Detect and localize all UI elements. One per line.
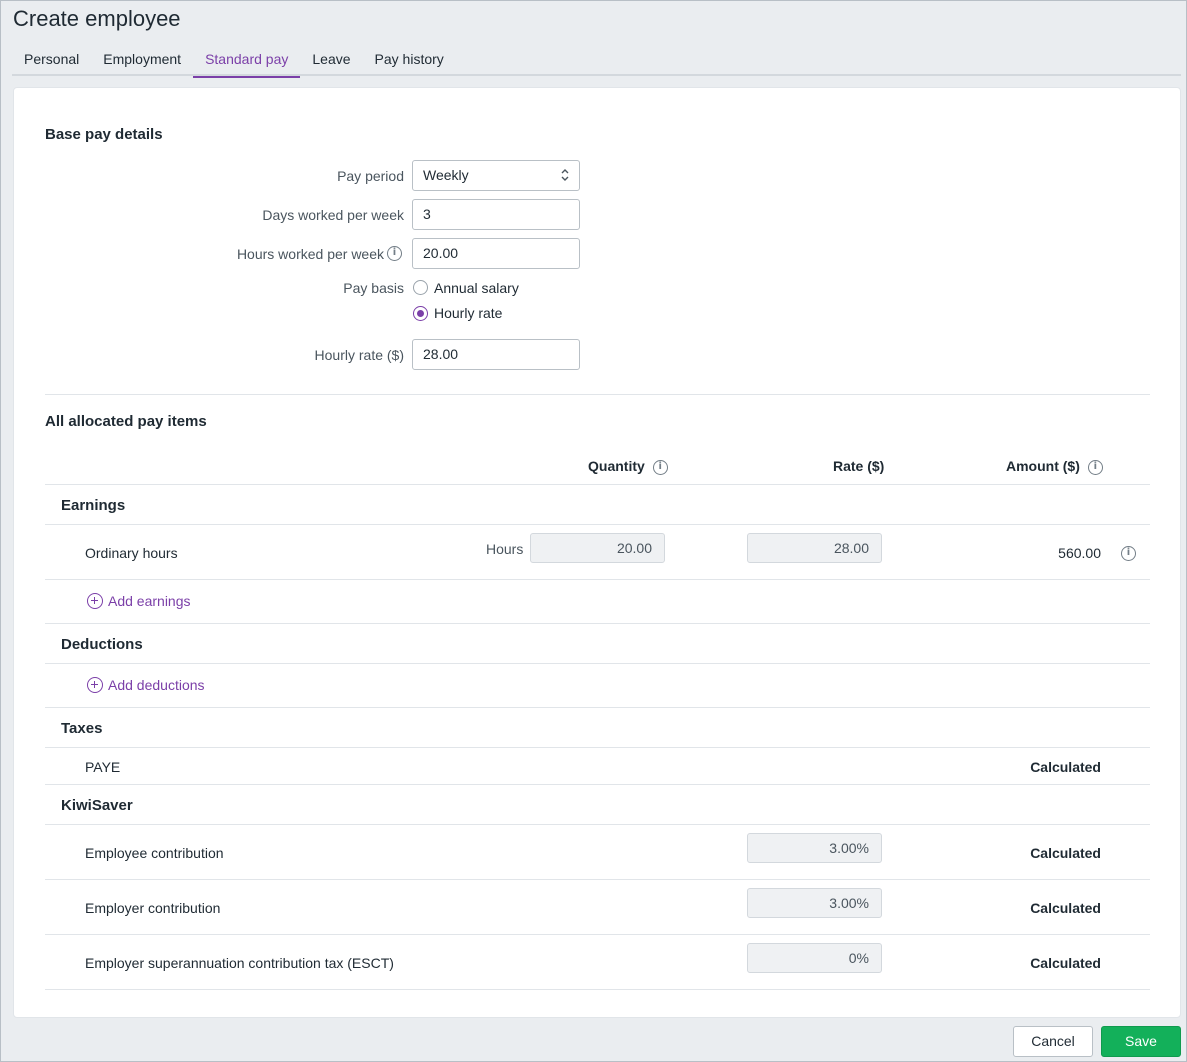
amount-column-header: Amount ($) i bbox=[1006, 458, 1103, 475]
hours-worked-input[interactable]: 20.00 bbox=[412, 238, 580, 269]
paye-amount: Calculated bbox=[1030, 759, 1101, 775]
divider bbox=[45, 934, 1150, 935]
pay-basis-label: Pay basis bbox=[343, 280, 404, 296]
paye-label: PAYE bbox=[85, 759, 121, 775]
pay-items-heading: All allocated pay items bbox=[45, 413, 207, 430]
earnings-group-title: Earnings bbox=[61, 497, 126, 514]
ordinary-hours-rate: 28.00 bbox=[747, 533, 882, 563]
divider bbox=[45, 579, 1150, 580]
quantity-header-text: Quantity bbox=[588, 458, 645, 474]
tab-personal[interactable]: Personal bbox=[12, 46, 91, 76]
divider bbox=[45, 524, 1150, 525]
save-button[interactable]: Save bbox=[1101, 1026, 1181, 1057]
deductions-group-title: Deductions bbox=[61, 636, 143, 653]
add-circle-icon bbox=[87, 593, 103, 609]
add-deductions-link[interactable]: Add deductions bbox=[87, 677, 205, 693]
divider bbox=[45, 784, 1150, 785]
select-arrows-icon bbox=[561, 169, 569, 181]
tab-standard-pay[interactable]: Standard pay bbox=[193, 46, 301, 78]
add-deductions-text: Add deductions bbox=[108, 677, 205, 693]
annual-salary-label[interactable]: Annual salary bbox=[434, 280, 519, 296]
employer-contribution-rate: 3.00% bbox=[747, 888, 882, 918]
days-worked-label: Days worked per week bbox=[262, 207, 404, 223]
divider bbox=[45, 747, 1150, 748]
hours-worked-label: Hours worked per week bbox=[164, 246, 384, 262]
ordinary-hours-label: Ordinary hours bbox=[85, 545, 178, 561]
hourly-rate-field-label: Hourly rate ($) bbox=[314, 347, 404, 363]
annual-salary-radio[interactable] bbox=[413, 280, 428, 295]
pay-period-value: Weekly bbox=[423, 167, 469, 183]
info-icon[interactable]: i bbox=[652, 459, 668, 475]
pay-period-select[interactable]: Weekly bbox=[412, 160, 580, 191]
employee-contribution-label: Employee contribution bbox=[85, 845, 224, 861]
ordinary-hours-amount: 560.00 bbox=[1058, 545, 1101, 561]
pay-period-label: Pay period bbox=[337, 168, 404, 184]
base-pay-heading: Base pay details bbox=[45, 126, 163, 143]
employer-contribution-amount: Calculated bbox=[1030, 900, 1101, 916]
hours-worked-label-text: Hours worked per week bbox=[236, 246, 384, 262]
ordinary-hours-quantity: 20.00 bbox=[530, 533, 665, 563]
days-worked-input[interactable]: 3 bbox=[412, 199, 580, 230]
divider bbox=[45, 623, 1150, 624]
quantity-unit-label: Hours bbox=[486, 541, 524, 557]
divider bbox=[45, 394, 1150, 395]
employee-contribution-amount: Calculated bbox=[1030, 845, 1101, 861]
cancel-button[interactable]: Cancel bbox=[1013, 1026, 1093, 1057]
tab-bar: Personal Employment Standard pay Leave P… bbox=[12, 46, 1181, 78]
divider bbox=[45, 484, 1150, 485]
info-icon[interactable]: i bbox=[1087, 459, 1103, 475]
page-title: Create employee bbox=[13, 6, 181, 31]
add-circle-icon bbox=[87, 677, 103, 693]
divider bbox=[45, 989, 1150, 990]
amount-header-text: Amount ($) bbox=[1006, 458, 1080, 474]
employee-contribution-rate: 3.00% bbox=[747, 833, 882, 863]
tab-employment[interactable]: Employment bbox=[91, 46, 193, 76]
esct-amount: Calculated bbox=[1030, 955, 1101, 971]
employer-contribution-label: Employer contribution bbox=[85, 900, 221, 916]
quantity-column-header: Quantity i bbox=[588, 458, 668, 475]
kiwisaver-group-title: KiwiSaver bbox=[61, 797, 133, 814]
hourly-rate-input[interactable]: 28.00 bbox=[412, 339, 580, 370]
hourly-rate-label[interactable]: Hourly rate bbox=[434, 305, 502, 321]
tab-leave[interactable]: Leave bbox=[300, 46, 362, 76]
info-icon[interactable]: i bbox=[1121, 546, 1136, 561]
esct-label: Employer superannuation contribution tax… bbox=[85, 955, 394, 971]
info-icon[interactable]: i bbox=[387, 246, 402, 261]
add-earnings-link[interactable]: Add earnings bbox=[87, 593, 191, 609]
tab-pay-history[interactable]: Pay history bbox=[363, 46, 456, 76]
divider bbox=[45, 824, 1150, 825]
divider bbox=[45, 879, 1150, 880]
divider bbox=[45, 707, 1150, 708]
add-earnings-text: Add earnings bbox=[108, 593, 191, 609]
esct-rate: 0% bbox=[747, 943, 882, 973]
taxes-group-title: Taxes bbox=[61, 720, 103, 737]
standard-pay-card: Base pay details Pay period Weekly Days … bbox=[13, 87, 1181, 1018]
rate-column-header: Rate ($) bbox=[833, 458, 885, 474]
hourly-rate-radio[interactable] bbox=[413, 306, 428, 321]
divider bbox=[45, 663, 1150, 664]
